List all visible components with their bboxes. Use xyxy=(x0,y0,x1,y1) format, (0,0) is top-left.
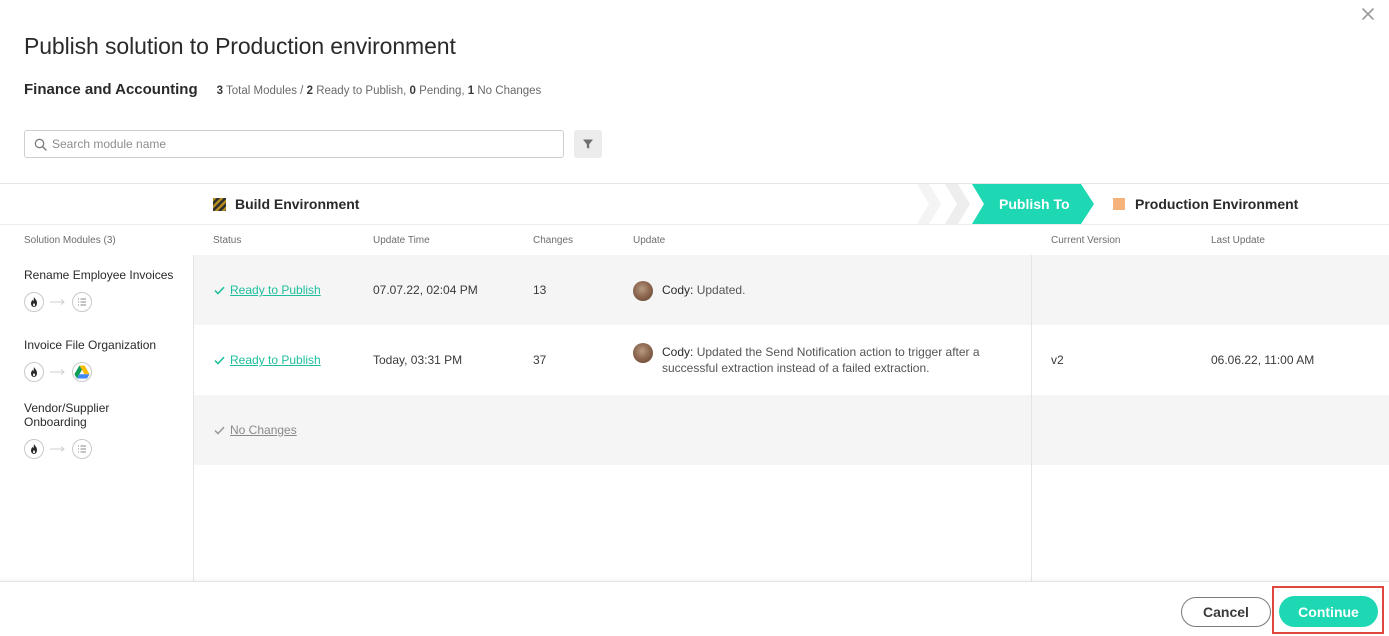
avatar xyxy=(633,281,653,301)
fire-icon xyxy=(24,362,44,382)
status-link-no-changes[interactable]: No Changes xyxy=(230,423,297,437)
close-button[interactable] xyxy=(1358,4,1378,24)
list-icon xyxy=(72,439,92,459)
current-version: v2 xyxy=(1051,353,1064,367)
module-name: Vendor/Supplier Onboarding xyxy=(24,401,110,429)
fire-icon xyxy=(24,292,44,312)
column-header-last-update: Last Update xyxy=(1211,235,1265,246)
update-author: Cody: xyxy=(662,283,694,297)
dialog-title: Publish solution to Production environme… xyxy=(24,33,456,59)
filter-button[interactable] xyxy=(574,130,602,158)
column-header-modules: Solution Modules (3) xyxy=(24,235,116,246)
production-environment-swatch xyxy=(1113,198,1125,210)
summary-ready-label: Ready to Publish, xyxy=(316,85,407,97)
column-header-changes: Changes xyxy=(533,235,574,246)
arrow-right-icon xyxy=(50,299,65,305)
filter-icon xyxy=(583,139,593,149)
update-text: Updated the Send Notification action to … xyxy=(662,345,980,375)
update-text: Updated. xyxy=(696,283,746,297)
fire-icon xyxy=(24,439,44,459)
update-time: Today, 03:31 PM xyxy=(373,353,463,367)
summary-no-changes-count: 1 xyxy=(467,85,475,97)
continue-button[interactable]: Continue xyxy=(1279,596,1378,627)
arrow-right-icon xyxy=(50,446,65,452)
environment-bar: Build Environment Publish To Production … xyxy=(0,183,1389,225)
column-divider xyxy=(1031,255,1032,581)
solution-header: Finance and Accounting 3 Total Modules /… xyxy=(24,81,541,98)
publish-to-label: Publish To xyxy=(999,196,1070,212)
module-flow xyxy=(24,439,92,459)
update-cell: Cody: Updated. xyxy=(633,281,1023,301)
avatar xyxy=(633,343,653,363)
status-cell: No Changes xyxy=(214,423,297,437)
status-link-ready[interactable]: Ready to Publish xyxy=(230,283,321,297)
changes-count: 37 xyxy=(533,353,547,367)
column-divider xyxy=(193,255,194,581)
column-header-update-time: Update Time xyxy=(373,235,430,246)
update-text-block: Cody: Updated. xyxy=(662,283,745,299)
solution-name: Finance and Accounting xyxy=(24,81,198,98)
list-icon xyxy=(72,292,92,312)
check-icon xyxy=(214,426,225,435)
check-icon xyxy=(214,356,225,365)
update-cell: Cody: Updated the Send Notification acti… xyxy=(633,343,993,376)
summary-pending-count: 0 xyxy=(409,85,416,97)
search-input[interactable] xyxy=(52,137,532,151)
search-icon xyxy=(34,138,47,151)
summary-total-count: 3 xyxy=(216,85,224,97)
search-box[interactable] xyxy=(24,130,564,158)
update-author: Cody: xyxy=(662,345,694,359)
column-header-update: Update xyxy=(633,235,666,246)
summary-ready-count: 2 xyxy=(306,85,313,97)
summary-total-label: Total Modules / xyxy=(226,85,304,97)
google-drive-icon xyxy=(72,362,92,382)
status-cell: Ready to Publish xyxy=(214,353,321,367)
summary-no-changes-label: No Changes xyxy=(477,85,542,97)
update-text-block: Cody: Updated the Send Notification acti… xyxy=(662,345,992,376)
arrow-right-icon xyxy=(50,369,65,375)
module-summary: 3 Total Modules / 2 Ready to Publish, 0 … xyxy=(217,85,542,97)
status-link-ready[interactable]: Ready to Publish xyxy=(230,353,321,367)
module-name: Rename Employee Invoices xyxy=(24,268,174,282)
close-icon xyxy=(1362,8,1374,20)
changes-count: 13 xyxy=(533,283,547,297)
table-row[interactable] xyxy=(0,395,1389,465)
column-header-status: Status xyxy=(213,235,242,246)
update-time: 07.07.22, 02:04 PM xyxy=(373,283,478,297)
module-flow xyxy=(24,362,92,382)
module-name: Invoice File Organization xyxy=(24,338,157,352)
status-cell: Ready to Publish xyxy=(214,283,321,297)
check-icon xyxy=(214,286,225,295)
last-update: 06.06.22, 11:00 AM xyxy=(1211,353,1315,367)
module-flow xyxy=(24,292,92,312)
production-environment: Production Environment xyxy=(1113,184,1298,224)
cancel-button[interactable]: Cancel xyxy=(1181,597,1271,627)
column-header-current-version: Current Version xyxy=(1051,235,1121,246)
production-environment-label: Production Environment xyxy=(1135,196,1299,212)
summary-pending-label: Pending, xyxy=(419,85,465,97)
